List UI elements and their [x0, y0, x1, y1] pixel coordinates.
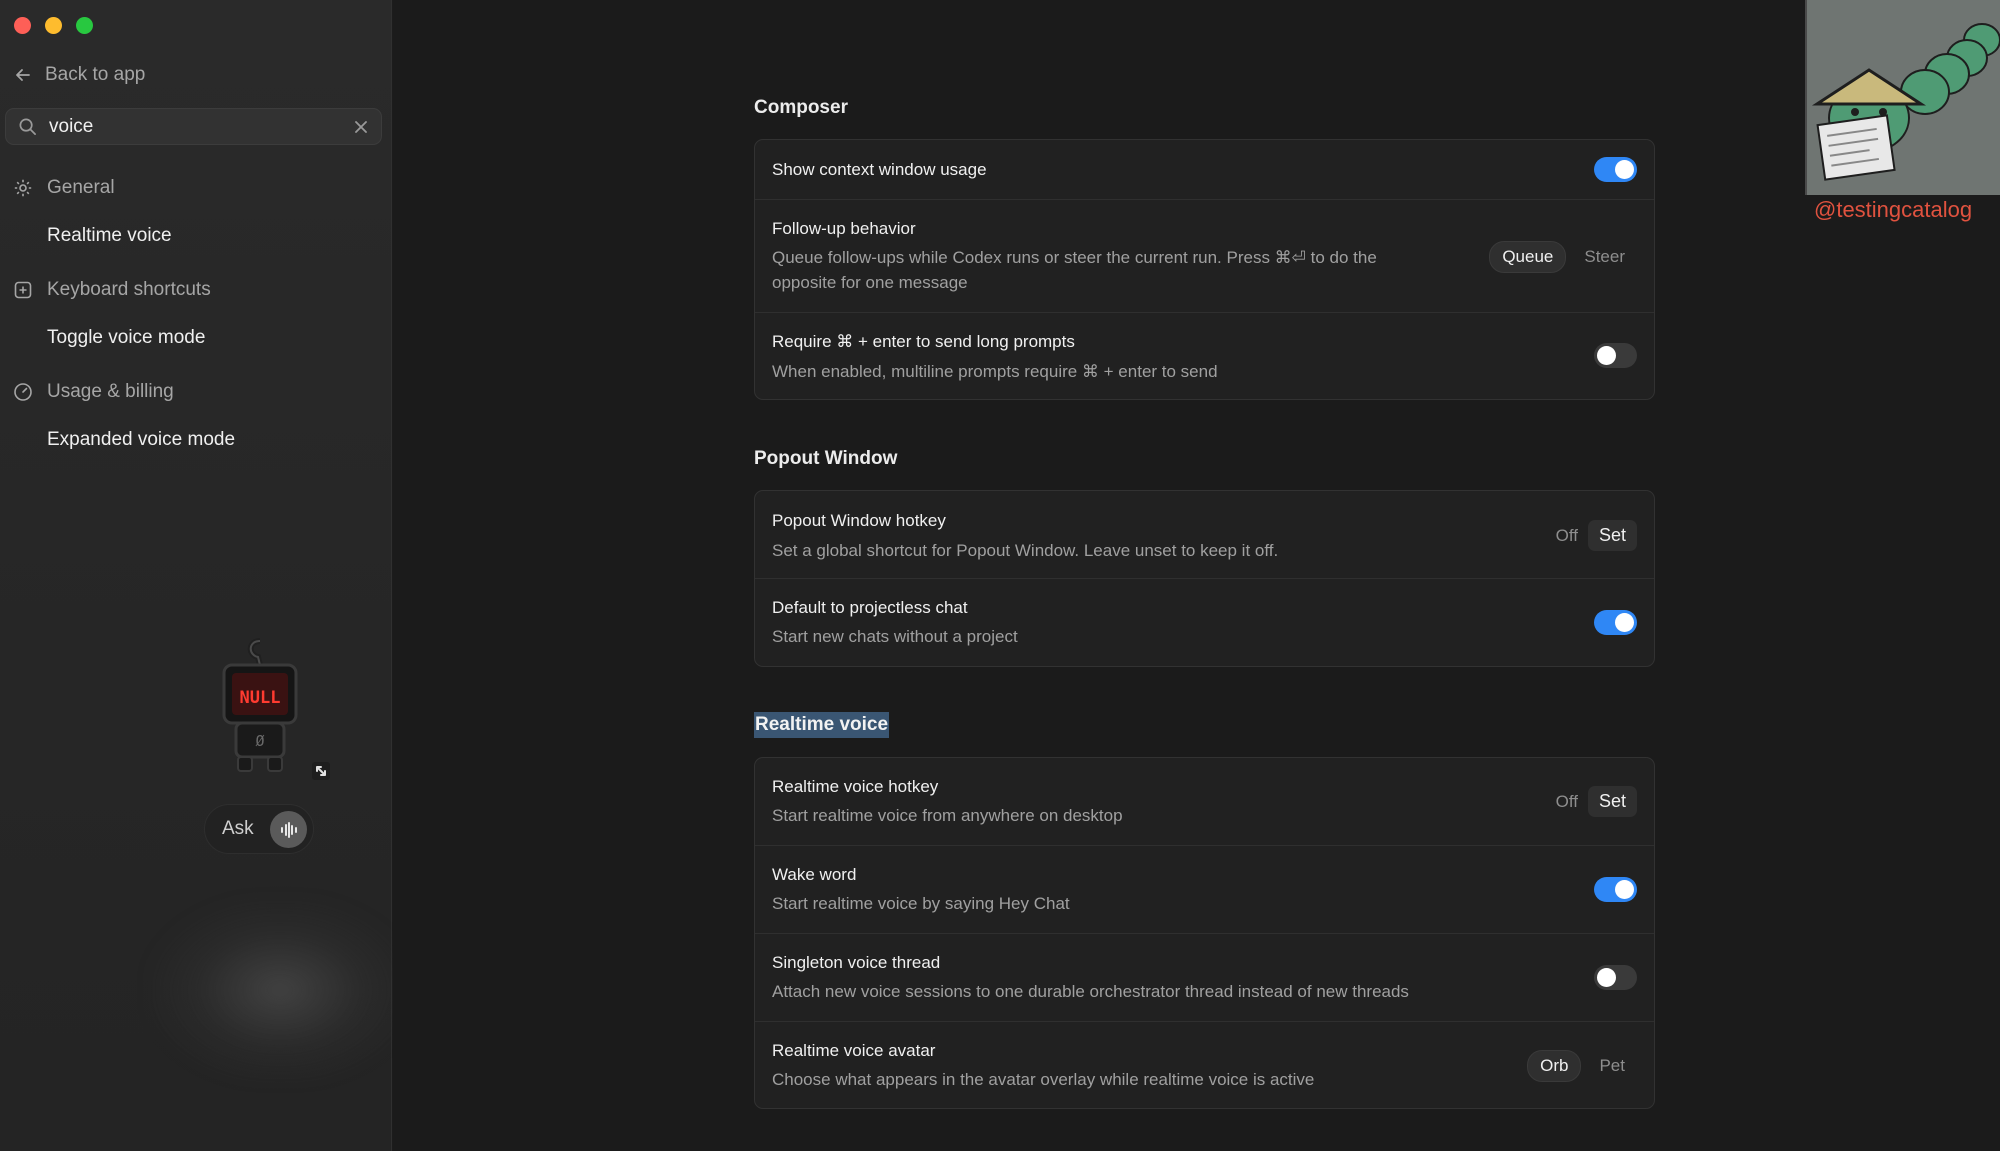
voice-waveform-button[interactable]: [270, 811, 307, 848]
followup-title: Follow-up behavior: [772, 219, 916, 238]
singleton-title: Singleton voice thread: [772, 953, 941, 972]
require-cmd-desc: When enabled, multiline prompts require …: [772, 362, 1218, 381]
search-icon: [19, 118, 36, 135]
robot-pet-avatar[interactable]: NULL Ø: [220, 635, 300, 780]
projectless-row: Default to projectless chat Start new ch…: [755, 579, 1654, 667]
background-blur: [150, 900, 410, 1080]
sidebar-section-keyboard-shortcuts[interactable]: Keyboard shortcuts: [13, 279, 211, 301]
realtime-hotkey-value: Off: [1555, 791, 1578, 811]
realtime-hotkey-set-button[interactable]: Set: [1587, 786, 1637, 817]
back-to-app-link[interactable]: Back to app: [13, 64, 145, 86]
sidebar-result-toggle-voice-mode[interactable]: Toggle voice mode: [47, 327, 205, 349]
projectless-toggle[interactable]: [1594, 610, 1637, 635]
composer-card: Show context window usage Follow-up beha…: [754, 139, 1655, 400]
pet-screen-text: NULL: [240, 688, 281, 708]
section-label-general: General: [47, 177, 115, 198]
avatar-title: Realtime voice avatar: [772, 1041, 936, 1060]
settings-content: Composer Show context window usage Follo…: [393, 0, 2000, 1151]
avatar-segmented-control: Orb Pet: [1527, 1050, 1637, 1082]
expand-icon[interactable]: [312, 762, 330, 780]
pet-chest-text: Ø: [255, 732, 264, 750]
gear-icon: [14, 179, 32, 197]
show-context-toggle[interactable]: [1594, 157, 1637, 182]
singleton-toggle[interactable]: [1594, 965, 1637, 990]
mascot-image: [1807, 0, 2000, 195]
section-label-keyboard-shortcuts: Keyboard shortcuts: [47, 279, 211, 300]
realtime-hotkey-control: Off Set: [1552, 786, 1637, 817]
show-context-row: Show context window usage: [755, 140, 1654, 200]
realtime-hotkey-row: Realtime voice hotkey Start realtime voi…: [755, 758, 1654, 846]
ask-label: Ask: [222, 818, 254, 839]
sidebar: Back to app General Realtime voice Keybo…: [0, 0, 410, 1151]
followup-segmented-control: Queue Steer: [1489, 241, 1637, 273]
settings-window: Back to app General Realtime voice Keybo…: [0, 0, 2000, 1151]
require-cmd-row: Require ⌘ + enter to send long prompts W…: [755, 313, 1654, 399]
followup-desc-line1: Queue follow-ups while Codex runs or ste…: [772, 248, 1377, 267]
singleton-desc: Attach new voice sessions to one durable…: [772, 982, 1409, 1001]
realtime-card: Realtime voice hotkey Start realtime voi…: [754, 757, 1655, 1109]
popout-section-title: Popout Window: [754, 448, 898, 469]
followup-option-queue[interactable]: Queue: [1489, 241, 1567, 273]
require-cmd-toggle[interactable]: [1594, 343, 1637, 368]
wake-word-title: Wake word: [772, 865, 857, 884]
sidebar-section-general[interactable]: General: [13, 177, 115, 199]
popout-card: Popout Window hotkey Set a global shortc…: [754, 490, 1655, 667]
sidebar-section-usage-billing[interactable]: Usage & billing: [13, 381, 174, 403]
ask-voice-pill[interactable]: Ask: [204, 804, 314, 854]
projectless-title: Default to projectless chat: [772, 598, 968, 617]
require-cmd-title: Require ⌘ + enter to send long prompts: [772, 332, 1075, 351]
avatar-option-pet[interactable]: Pet: [1587, 1051, 1637, 1081]
keyboard-icon: [14, 281, 32, 299]
wake-word-toggle[interactable]: [1594, 877, 1637, 902]
wake-word-desc: Start realtime voice by saying Hey Chat: [772, 894, 1070, 913]
sidebar-result-expanded-voice-mode[interactable]: Expanded voice mode: [47, 429, 235, 451]
waveform-icon: [280, 821, 297, 838]
popout-hotkey-set-button[interactable]: Set: [1587, 520, 1637, 551]
clear-search-icon[interactable]: [353, 119, 369, 135]
zoom-window-button[interactable]: [76, 17, 93, 34]
mascot-thumbnail: [1805, 0, 2000, 195]
avatar-option-orb[interactable]: Orb: [1527, 1050, 1582, 1082]
search-input[interactable]: [49, 115, 353, 138]
popout-hotkey-value: Off: [1555, 525, 1578, 545]
wake-word-row: Wake word Start realtime voice by saying…: [755, 846, 1654, 934]
popout-hotkey-title: Popout Window hotkey: [772, 511, 946, 530]
gauge-icon: [14, 383, 32, 401]
avatar-row: Realtime voice avatar Choose what appear…: [755, 1022, 1654, 1108]
back-to-app-label: Back to app: [45, 64, 146, 85]
followup-row: Follow-up behavior Queue follow-ups whil…: [755, 200, 1654, 313]
projectless-desc: Start new chats without a project: [772, 627, 1018, 646]
window-controls: [14, 17, 93, 34]
popout-hotkey-desc: Set a global shortcut for Popout Window.…: [772, 541, 1279, 560]
minimize-window-button[interactable]: [45, 17, 62, 34]
realtime-section-title: Realtime voice: [754, 712, 890, 738]
singleton-row: Singleton voice thread Attach new voice …: [755, 934, 1654, 1022]
realtime-hotkey-desc: Start realtime voice from anywhere on de…: [772, 806, 1123, 825]
followup-desc-line2: opposite for one message: [772, 273, 968, 292]
followup-option-steer[interactable]: Steer: [1572, 242, 1637, 272]
close-window-button[interactable]: [14, 17, 31, 34]
realtime-hotkey-title: Realtime voice hotkey: [772, 777, 939, 796]
section-label-usage-billing: Usage & billing: [47, 381, 174, 402]
popout-hotkey-control: Off Set: [1552, 520, 1637, 551]
avatar-desc: Choose what appears in the avatar overla…: [772, 1070, 1315, 1089]
sidebar-result-realtime-voice[interactable]: Realtime voice: [47, 225, 172, 247]
settings-search[interactable]: [5, 108, 382, 145]
popout-hotkey-row: Popout Window hotkey Set a global shortc…: [755, 491, 1654, 579]
composer-section-title: Composer: [754, 97, 848, 118]
arrow-left-icon: [16, 69, 30, 81]
show-context-title: Show context window usage: [772, 160, 987, 179]
watermark-text: @testingcatalog: [1814, 197, 1973, 222]
